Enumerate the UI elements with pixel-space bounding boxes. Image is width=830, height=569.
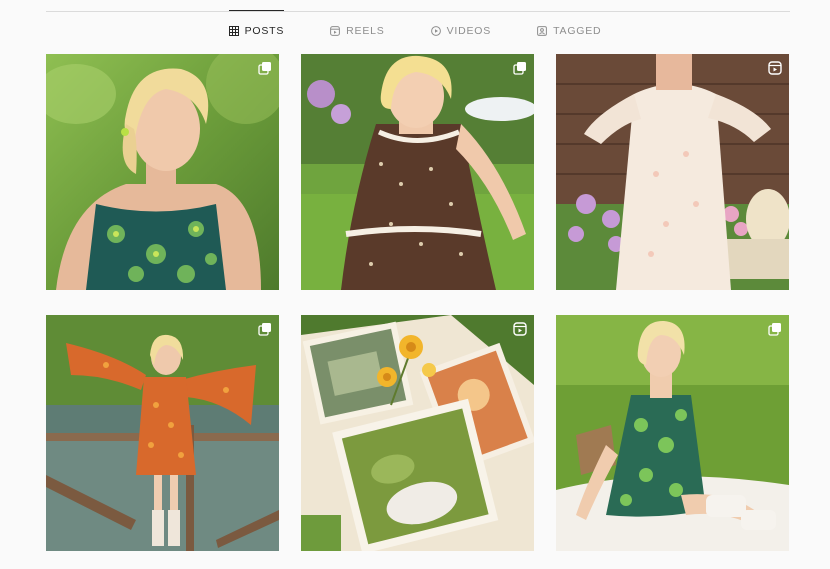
grid-icon (228, 26, 239, 36)
carousel-icon (768, 322, 782, 336)
post-thumbnail[interactable] (556, 315, 789, 551)
tab-videos-label: VIDEOS (446, 25, 492, 37)
post-thumbnail[interactable] (46, 315, 279, 551)
carousel-icon (513, 61, 527, 75)
post-thumbnail[interactable] (556, 54, 789, 290)
tagged-icon (537, 26, 547, 36)
play-icon (430, 26, 441, 36)
post-thumbnail[interactable] (301, 315, 534, 551)
tab-videos[interactable]: VIDEOS (430, 11, 492, 51)
carousel-icon (258, 322, 272, 336)
post-thumbnail[interactable] (301, 54, 534, 290)
posts-grid (46, 54, 790, 551)
profile-tabs: POSTS REELS VIDEOS TAGGED (0, 10, 830, 51)
tab-tagged[interactable]: TAGGED (537, 11, 601, 51)
tab-tagged-label: TAGGED (553, 25, 602, 37)
carousel-icon (258, 61, 272, 75)
tab-reels[interactable]: REELS (330, 11, 384, 51)
post-image (301, 315, 534, 551)
post-thumbnail[interactable] (46, 54, 279, 290)
post-image (301, 54, 534, 290)
tab-posts-label: POSTS (244, 25, 285, 37)
post-image (556, 315, 789, 551)
reels-icon (330, 26, 341, 36)
tab-posts[interactable]: POSTS (228, 10, 285, 51)
tab-reels-label: REELS (346, 25, 385, 37)
reels-icon (768, 61, 782, 75)
reels-icon (513, 322, 527, 336)
post-image (556, 54, 789, 290)
post-image (46, 54, 279, 290)
post-image (46, 315, 279, 551)
